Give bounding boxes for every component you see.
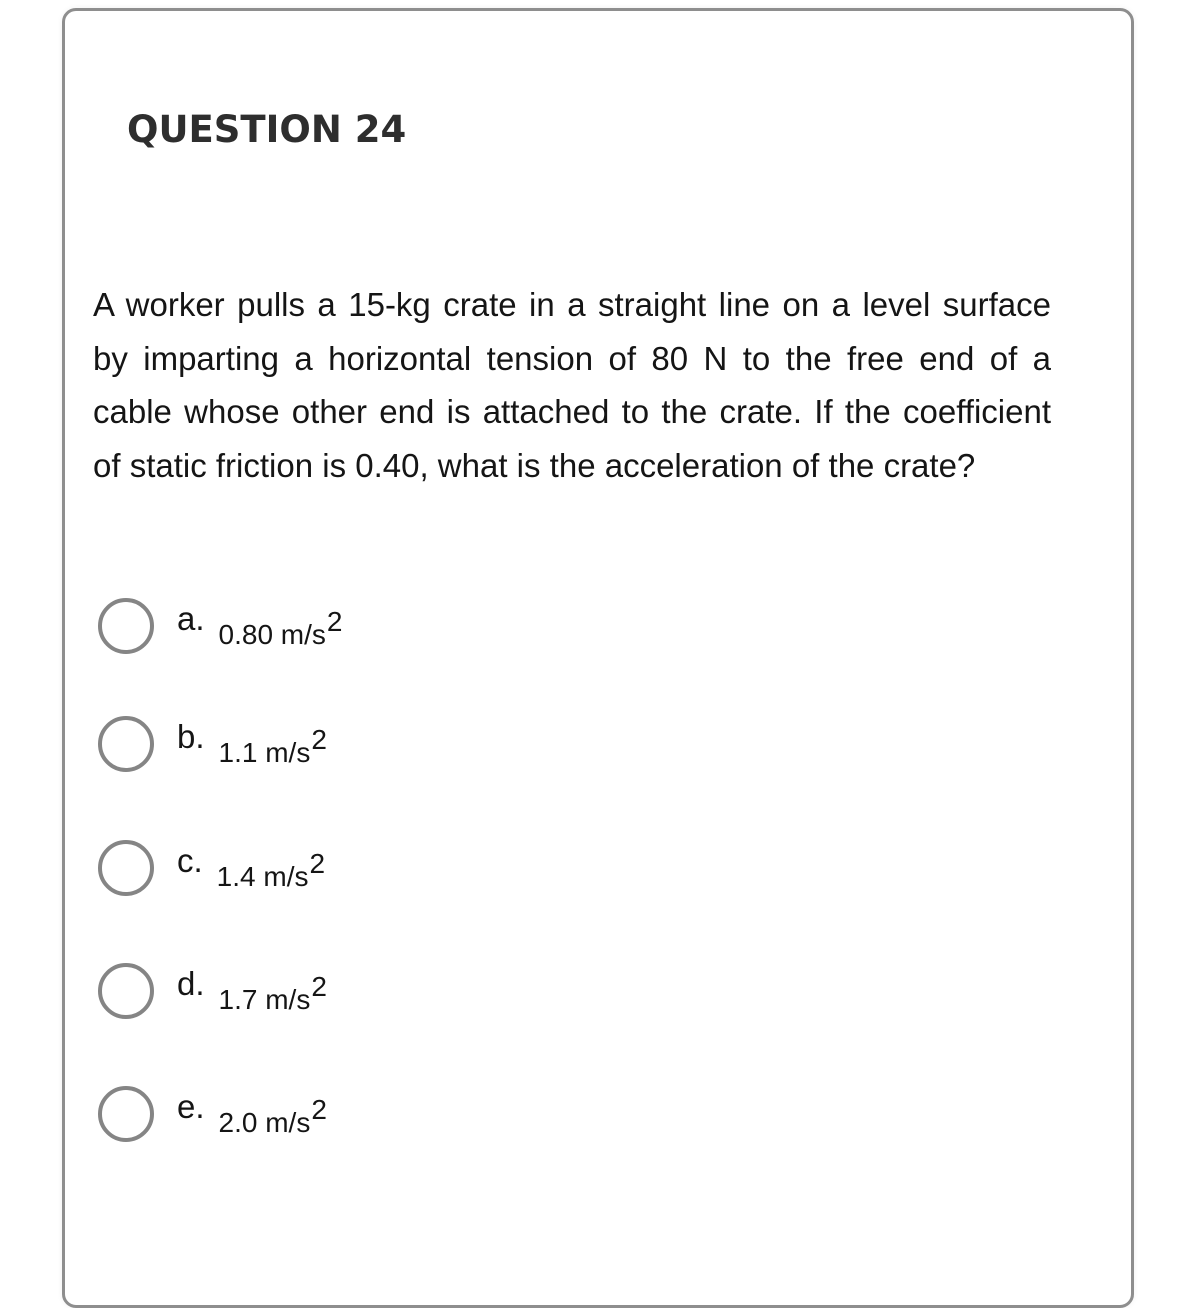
option-letter: d. (177, 965, 205, 1002)
option-b[interactable]: b. 1.1 m/s2 (98, 716, 327, 776)
option-value-text: 1.4 m/s (216, 861, 309, 892)
option-value: 1.1 m/s2 (218, 724, 327, 770)
unit-exponent: 2 (309, 848, 326, 879)
option-value: 1.7 m/s2 (218, 971, 327, 1017)
option-value-text: 0.80 m/s (218, 619, 326, 650)
option-value: 0.80 m/s2 (218, 606, 343, 652)
option-e[interactable]: e. 2.0 m/s2 (98, 1086, 327, 1146)
radio-button-c[interactable] (98, 840, 154, 896)
radio-button-e[interactable] (98, 1086, 154, 1142)
option-letter: b. (177, 718, 205, 755)
radio-button-a[interactable] (98, 598, 154, 654)
option-value: 1.4 m/s2 (216, 848, 325, 894)
radio-button-b[interactable] (98, 716, 154, 772)
option-d[interactable]: d. 1.7 m/s2 (98, 963, 327, 1023)
option-value-text: 1.1 m/s (218, 737, 311, 768)
option-value-text: 2.0 m/s (218, 1107, 311, 1138)
option-letter: c. (177, 842, 203, 879)
question-text: A worker pulls a 15-kg crate in a straig… (93, 286, 1051, 484)
question-title: QUESTION 24 (127, 108, 407, 151)
radio-button-d[interactable] (98, 963, 154, 1019)
unit-exponent: 2 (311, 1094, 327, 1125)
option-value: 2.0 m/s2 (218, 1094, 327, 1140)
option-c[interactable]: c. 1.4 m/s2 (98, 840, 325, 900)
option-value-text: 1.7 m/s (218, 984, 311, 1015)
option-a[interactable]: a. 0.80 m/s2 (98, 598, 343, 658)
unit-exponent: 2 (326, 606, 343, 637)
unit-exponent: 2 (311, 971, 327, 1002)
unit-exponent: 2 (311, 724, 327, 755)
option-letter: e. (177, 1088, 205, 1125)
option-letter: a. (177, 600, 205, 637)
